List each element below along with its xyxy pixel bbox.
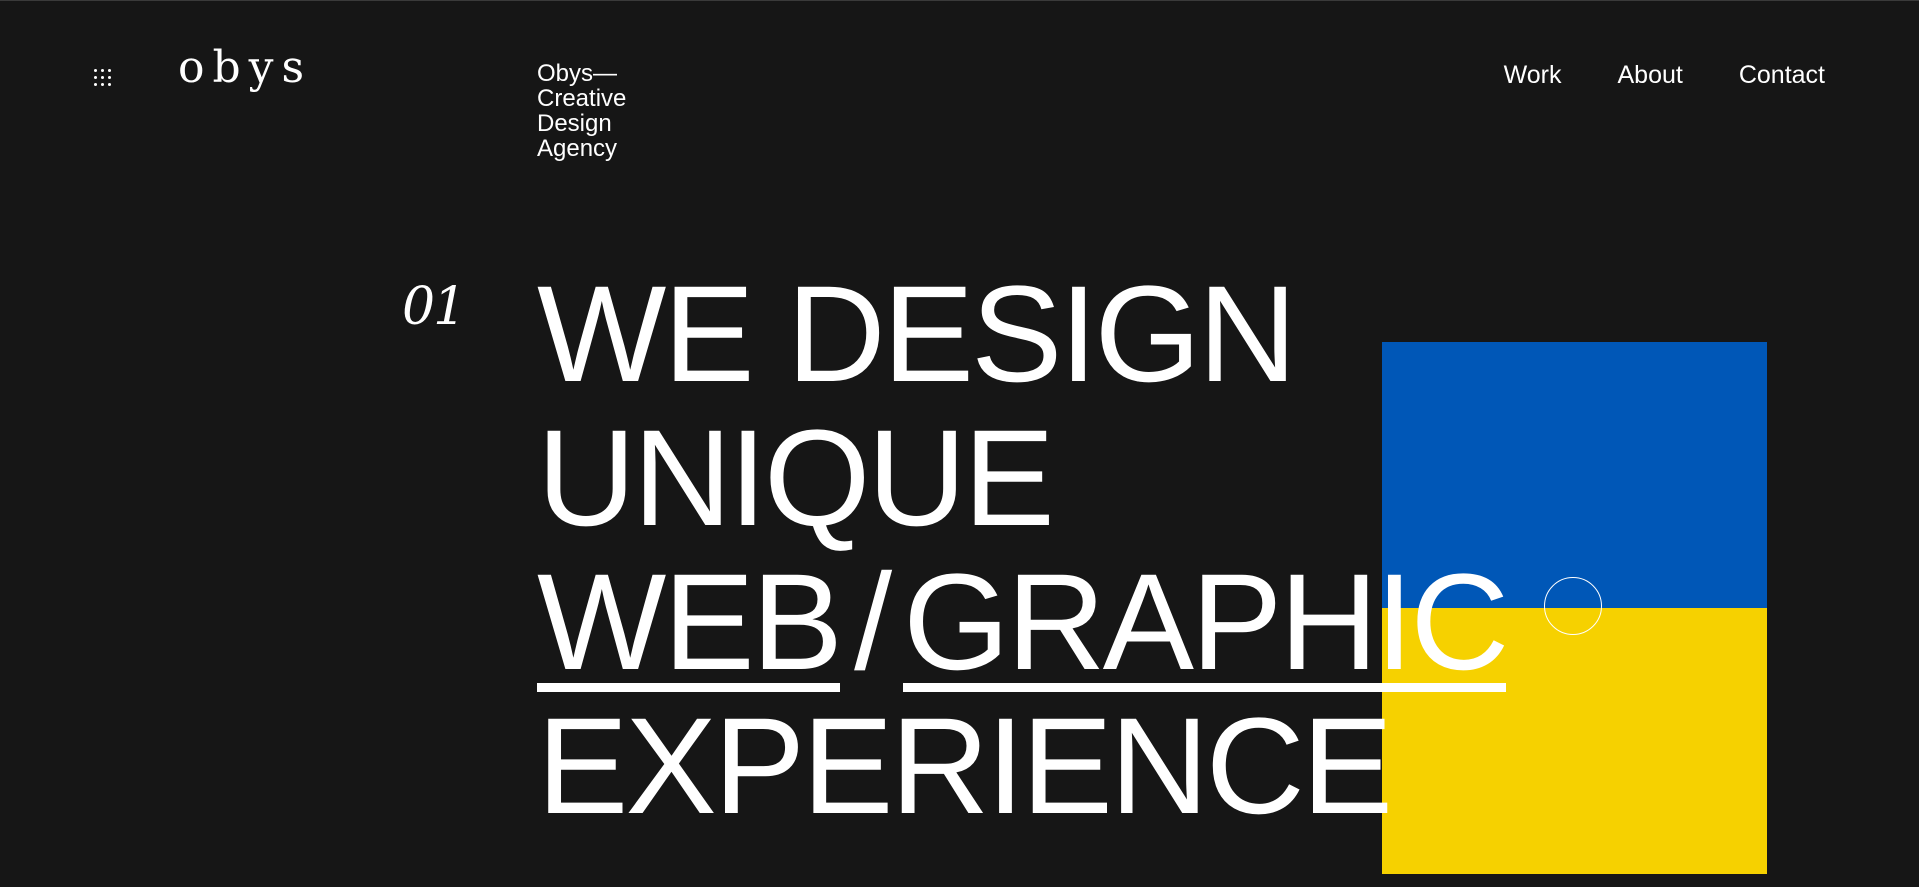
nav-about-link[interactable]: About xyxy=(1617,61,1682,90)
graphic-link[interactable]: GRAPHIC xyxy=(903,554,1509,692)
headline-line: WE DESIGN xyxy=(537,258,1297,411)
tagline-line: Design xyxy=(537,110,612,137)
headline-separator: / xyxy=(854,546,892,699)
logo[interactable]: obys xyxy=(178,46,312,90)
headline-line: EXPERIENCE xyxy=(537,690,1393,843)
nav-contact-link[interactable]: Contact xyxy=(1739,61,1825,90)
tagline-line: Obys— xyxy=(537,60,618,87)
web-link[interactable]: WEB xyxy=(537,554,843,692)
main-nav: Work About Contact xyxy=(1504,61,1825,90)
headline-links-line: WEB / GRAPHIC xyxy=(537,546,1509,699)
section-number: 01 xyxy=(402,277,466,337)
tagline-line: Agency xyxy=(537,135,618,162)
tagline: Obys— Creative Design Agency xyxy=(537,61,677,161)
cursor-circle-icon xyxy=(1544,577,1602,635)
menu-grid-icon[interactable] xyxy=(94,69,116,91)
tagline-line: Creative xyxy=(537,85,627,112)
nav-work-link[interactable]: Work xyxy=(1504,61,1562,90)
hero-headline: WE DESIGN UNIQUE WEB / GRAPHIC EXPERIENCE xyxy=(537,258,1509,843)
headline-line: UNIQUE xyxy=(537,402,1055,555)
